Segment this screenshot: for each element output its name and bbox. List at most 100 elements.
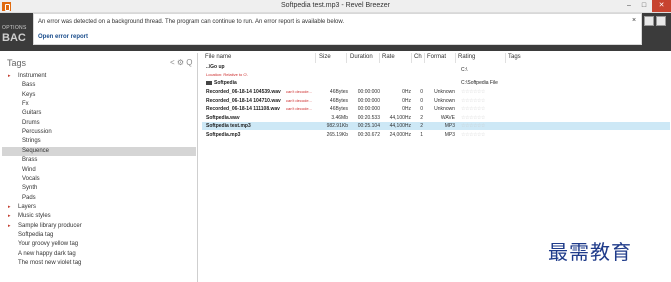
- file-row[interactable]: Softpedia.mp3 265.19Kb 00:30.672 24,000Hz 1 M…: [202, 131, 670, 139]
- file-duration: 00:20.533: [357, 114, 380, 121]
- tag-item[interactable]: Fx: [2, 100, 196, 109]
- tag-item[interactable]: A new happy dark tag: [2, 250, 196, 259]
- decode-error-flag: can't decode...: [286, 97, 312, 103]
- column-file-name[interactable]: File name: [205, 54, 231, 60]
- file-row[interactable]: Recorded_06-18-14 104539.wav 46Bytes 00:00…: [202, 88, 670, 96]
- file-row[interactable]: Softpedia.wav 3.46Mb 00:20.533 44,100Hz 2 WAV…: [202, 114, 670, 122]
- tag-item[interactable]: Sequence: [2, 146, 196, 156]
- rating-stars-icon[interactable]: ☆☆☆☆☆☆: [461, 97, 485, 105]
- file-rate: 0Hz: [402, 106, 411, 113]
- column-size[interactable]: Size: [319, 54, 331, 60]
- column-divider[interactable]: [505, 53, 506, 63]
- file-size: 3.46Mb: [331, 114, 348, 121]
- expand-arrow-icon[interactable]: ▸: [8, 203, 11, 212]
- rating-stars-icon[interactable]: ☆☆☆☆☆☆: [461, 114, 485, 122]
- file-name: Softpedia test.mp3: [206, 123, 251, 130]
- expand-arrow-icon[interactable]: ▸: [8, 212, 11, 221]
- file-row[interactable]: Softpedia test.mp3 982.91Kb 00:25.104 44,10…: [202, 122, 670, 131]
- column-channels[interactable]: Ch: [414, 54, 422, 60]
- tag-item[interactable]: ▸ Instrument: [2, 72, 196, 81]
- file-rate: 44,100Hz: [389, 114, 411, 121]
- file-rate: 0Hz: [402, 97, 411, 104]
- tag-item[interactable]: Your groovy yellow tag: [2, 240, 196, 249]
- tag-item[interactable]: Bass: [2, 81, 196, 90]
- file-size: 46Bytes: [329, 89, 348, 95]
- tag-item[interactable]: Synth: [2, 184, 196, 193]
- folder-name-cell: Softpedia: [206, 79, 237, 87]
- close-window-button[interactable]: ✕: [652, 0, 671, 12]
- lock-icon[interactable]: [644, 16, 654, 26]
- tag-item[interactable]: Vocals: [2, 175, 196, 184]
- column-divider[interactable]: [455, 53, 456, 63]
- tag-item[interactable]: Keys: [2, 91, 196, 100]
- watermark-logo: 最需教育: [548, 240, 632, 264]
- column-divider[interactable]: [315, 53, 316, 63]
- tag-item[interactable]: Drums: [2, 119, 196, 128]
- file-duration: 00:30.672: [357, 132, 380, 138]
- tag-label: Keys: [22, 91, 36, 98]
- rating-stars-icon[interactable]: ☆☆☆☆☆☆: [461, 88, 485, 96]
- tag-label: Music styles: [18, 213, 51, 220]
- column-divider[interactable]: [346, 53, 347, 63]
- options-menu[interactable]: OPTIONS: [2, 25, 27, 31]
- column-rating[interactable]: Rating: [458, 54, 475, 60]
- folder-row[interactable]: Softpedia C:\Softpedia File: [202, 79, 670, 87]
- tag-item[interactable]: Pads: [2, 194, 196, 203]
- expand-arrow-icon[interactable]: ▸: [8, 222, 11, 231]
- file-rate: 24,000Hz: [389, 132, 411, 138]
- rating-stars-icon[interactable]: ☆☆☆☆☆☆: [461, 105, 485, 113]
- tag-label: Pads: [22, 194, 36, 201]
- rating-stars-icon[interactable]: ☆☆☆☆☆☆: [461, 131, 485, 139]
- tags-tools-icons[interactable]: < ⚙ Q: [170, 58, 193, 67]
- tag-label: Wind: [22, 166, 36, 173]
- column-divider[interactable]: [379, 53, 380, 63]
- tag-item[interactable]: ▸ Music styles: [2, 212, 196, 221]
- dismiss-error-button[interactable]: ×: [632, 17, 636, 24]
- title-bar: Softpedia test.mp3 - Revel Breezer – □ ✕: [0, 0, 671, 13]
- tag-item[interactable]: ▸ Layers: [2, 203, 196, 212]
- tag-item[interactable]: The most new violet tag: [2, 259, 196, 268]
- file-name: Softpedia.wav: [206, 114, 240, 121]
- folder-icon: [206, 80, 212, 85]
- tag-label: A new happy dark tag: [18, 250, 76, 257]
- column-format[interactable]: Format: [427, 54, 446, 60]
- back-button[interactable]: BAC: [2, 32, 26, 44]
- tag-item[interactable]: Softpedia tag: [2, 231, 196, 240]
- tag-item[interactable]: Wind: [2, 166, 196, 175]
- column-divider[interactable]: [424, 53, 425, 63]
- file-duration: 00:00:000: [357, 106, 380, 113]
- tag-label: Your groovy yellow tag: [18, 241, 79, 248]
- tag-label: Vocals: [22, 175, 40, 182]
- decode-error-flag: can't decode...: [286, 89, 312, 94]
- go-up-row[interactable]: ..\Go up Location: Relative to C\ C:\: [202, 64, 670, 78]
- file-row[interactable]: Recorded_06-18-14 111108.wav 46Bytes 00:00…: [202, 105, 670, 113]
- tag-item[interactable]: Guitars: [2, 109, 196, 118]
- file-size: 265.19Kb: [326, 132, 348, 138]
- file-channels: 0: [420, 97, 423, 104]
- tag-item[interactable]: Strings: [2, 137, 196, 146]
- file-format: Unknown: [434, 106, 455, 113]
- file-row[interactable]: Recorded_06-18-14 104710.wav 46Bytes 00:00…: [202, 97, 670, 105]
- file-duration: 00:25.104: [357, 123, 380, 130]
- tag-item[interactable]: ▸ Sample library producer: [2, 222, 196, 231]
- tag-label: Drums: [22, 119, 40, 126]
- decode-error-flag: can't decode...: [286, 106, 312, 112]
- panel-icon[interactable]: [656, 16, 666, 26]
- column-rate[interactable]: Rate: [382, 54, 395, 60]
- file-channels: 0: [420, 106, 423, 113]
- tag-item[interactable]: Percussion: [2, 128, 196, 137]
- column-tags[interactable]: Tags: [508, 54, 521, 60]
- open-error-report-link[interactable]: Open error report: [38, 34, 88, 40]
- rating-stars-icon[interactable]: ☆☆☆☆☆☆: [461, 122, 485, 130]
- tag-item[interactable]: Brass: [2, 156, 196, 165]
- minimize-button[interactable]: –: [622, 0, 636, 12]
- column-duration[interactable]: Duration: [350, 54, 373, 60]
- expand-arrow-icon[interactable]: ▸: [8, 72, 11, 81]
- file-name: Softpedia.mp3: [206, 132, 241, 138]
- file-duration: 00:00:000: [357, 97, 380, 104]
- maximize-button[interactable]: □: [637, 0, 651, 12]
- tag-label: Layers: [18, 203, 37, 210]
- tag-label: Fx: [22, 101, 29, 108]
- file-channels: 2: [420, 123, 423, 130]
- column-divider[interactable]: [411, 53, 412, 63]
